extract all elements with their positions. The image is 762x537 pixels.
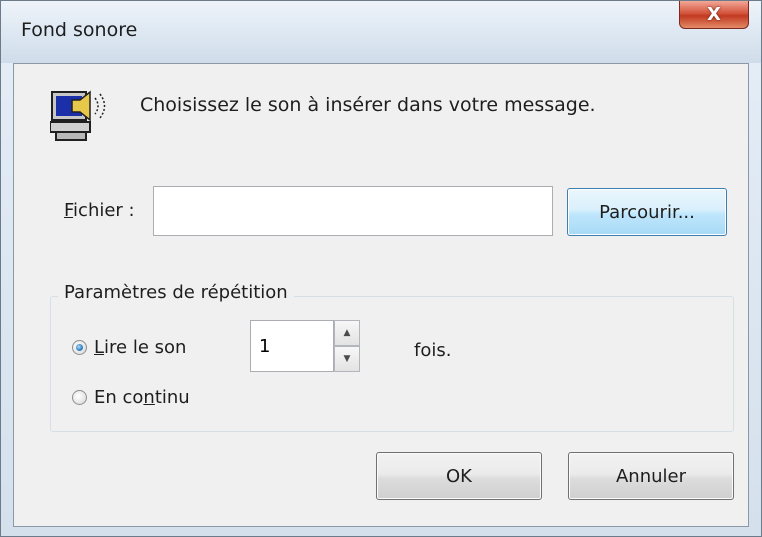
window-title: Fond sonore [21,19,138,41]
browse-button[interactable]: Parcourir... [567,188,727,236]
loop-label-after: tinu [154,387,190,408]
file-label-rest: ichier : [73,200,135,221]
play-count-radio[interactable] [72,340,87,355]
repeat-settings-group [50,296,734,432]
dialog-body: Choisissez le son à insérer dans votre m… [13,63,749,527]
close-icon: X [707,4,721,25]
spin-up-arrow-icon: ▲ [343,328,351,338]
loop-radio[interactable] [72,390,87,405]
play-count-label-accel: L [94,337,105,358]
file-input[interactable] [153,186,553,236]
file-label-accel: F [64,200,74,221]
close-button[interactable]: X [679,1,749,29]
times-label: fois. [414,340,452,361]
repeat-count-input[interactable] [250,320,334,372]
loop-label-accel: n [143,387,155,408]
play-count-label-rest: ire le son [104,337,187,358]
speaker-computer-icon [49,86,114,146]
dialog-window: Fond sonore X Choisissez le son à insére… [0,0,762,537]
ok-button[interactable]: OK [376,452,542,500]
loop-label[interactable]: En continu [94,387,190,408]
prompt-text: Choisissez le son à insérer dans votre m… [140,94,596,116]
title-bar[interactable]: Fond sonore X [1,1,761,63]
spin-down-arrow-icon: ▼ [343,354,351,364]
file-label: Fichier : [64,200,135,221]
repeat-settings-legend: Paramètres de répétition [58,282,294,303]
play-count-label[interactable]: Lire le son [94,337,186,358]
loop-label-before: En co [94,387,144,408]
cancel-button[interactable]: Annuler [568,452,734,500]
spin-up-button[interactable]: ▲ [334,320,360,346]
spin-down-button[interactable]: ▼ [334,346,360,372]
